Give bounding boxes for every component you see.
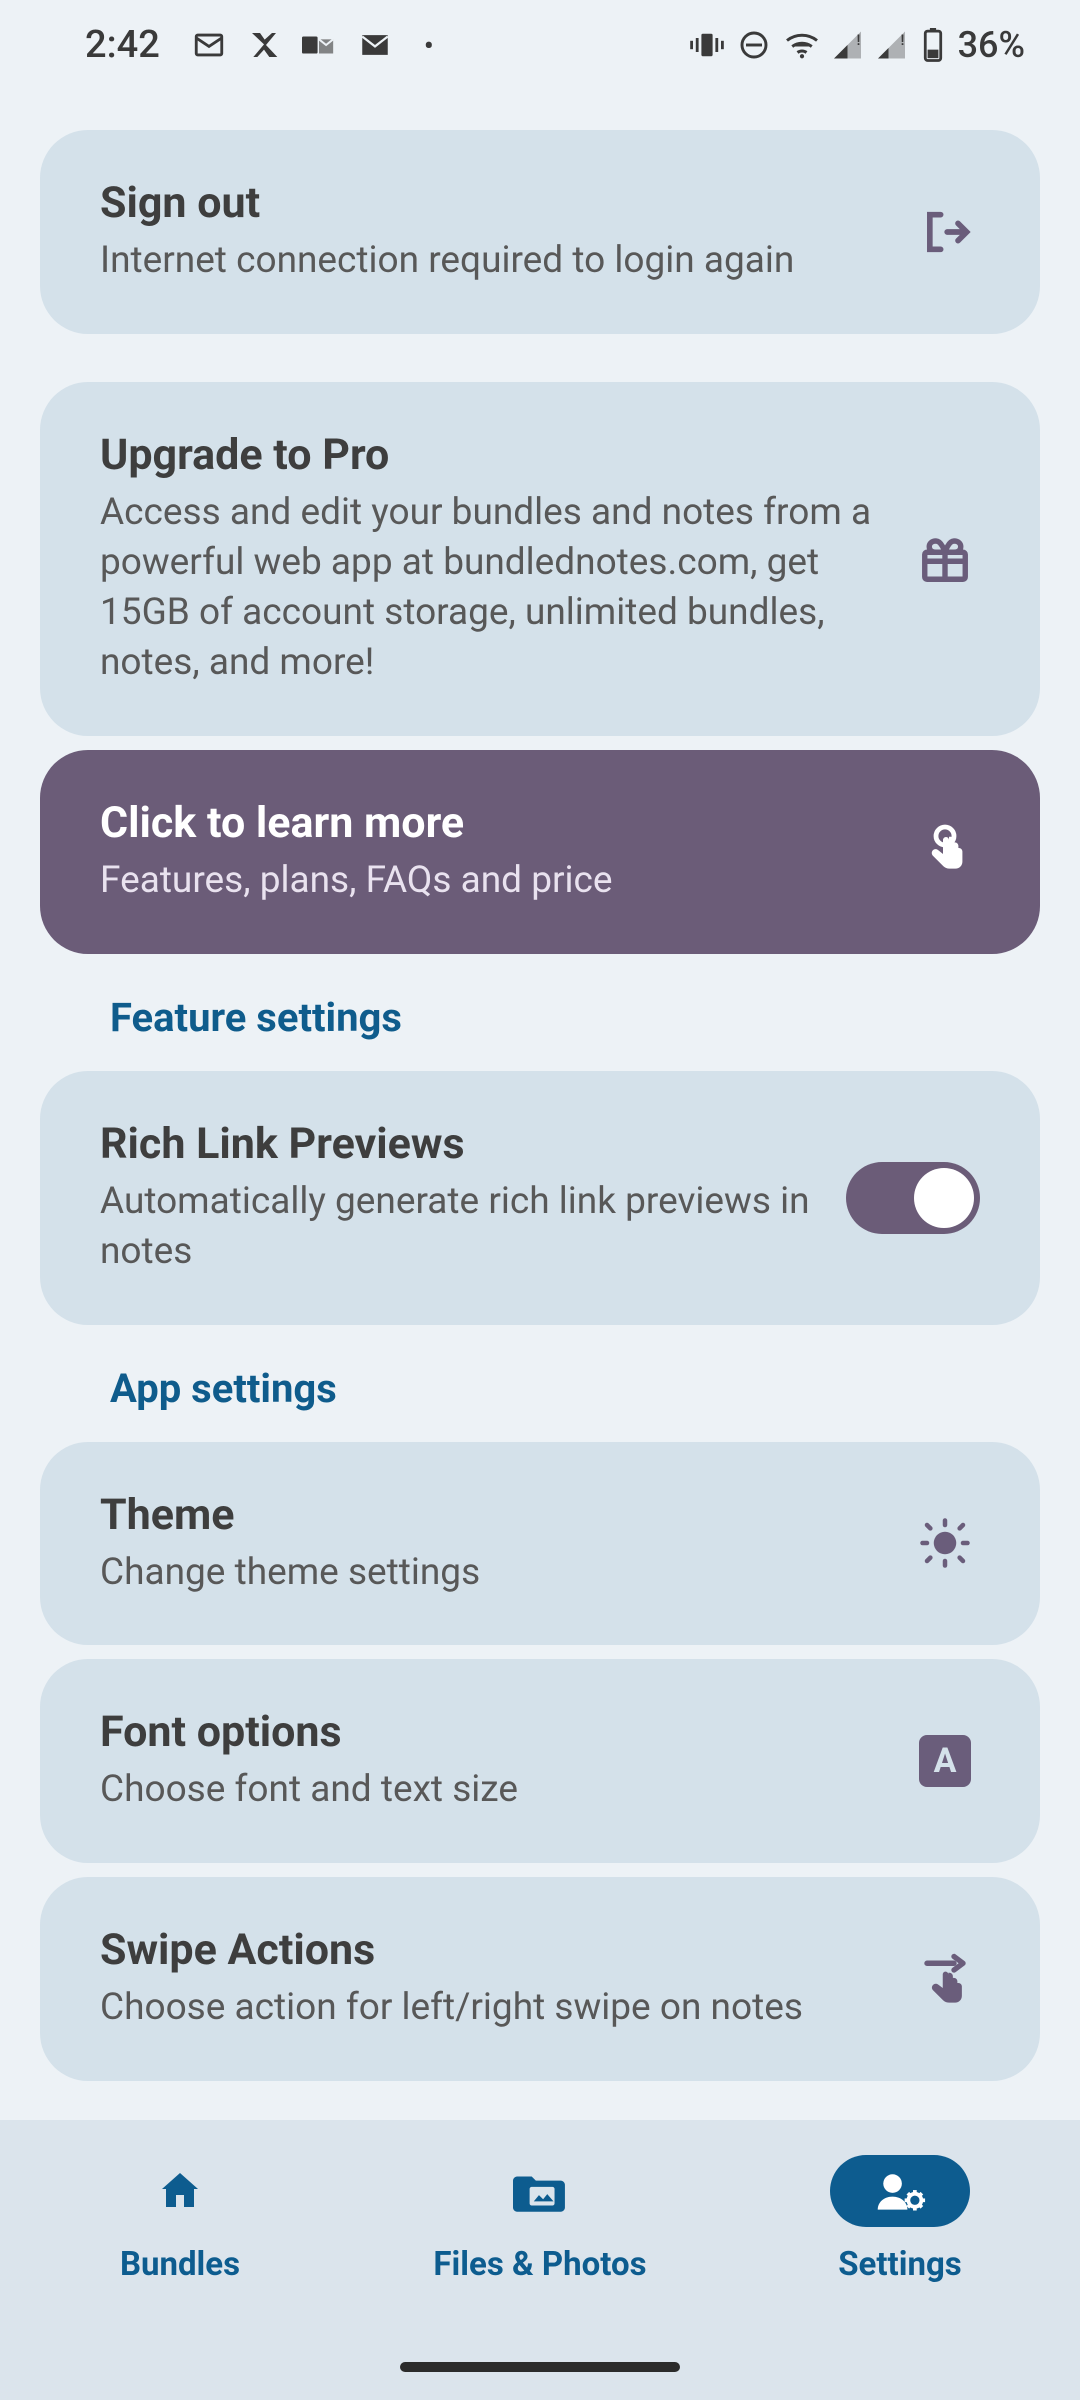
sign-out-row[interactable]: Sign out Internet connection required to… xyxy=(40,130,1040,334)
bottom-nav: Bundles Files & Photos Settings xyxy=(0,2120,1080,2400)
rich-link-previews-row[interactable]: Rich Link Previews Automatically generat… xyxy=(40,1071,1040,1325)
learn-more-body: Click to learn more Features, plans, FAQ… xyxy=(100,798,880,906)
x-icon xyxy=(248,29,280,61)
swipe-title: Swipe Actions xyxy=(100,1925,880,1975)
rich-link-subtitle: Automatically generate rich link preview… xyxy=(100,1177,816,1277)
swipe-body: Swipe Actions Choose action for left/rig… xyxy=(100,1925,880,2033)
mail-outline-icon xyxy=(192,28,226,62)
sun-icon xyxy=(910,1516,980,1570)
font-body: Font options Choose font and text size xyxy=(100,1707,880,1815)
mail-icon xyxy=(358,28,392,62)
upgrade-pro-row[interactable]: Upgrade to Pro Access and edit your bund… xyxy=(40,382,1040,736)
upgrade-pro-body: Upgrade to Pro Access and edit your bund… xyxy=(100,430,880,688)
nav-settings-label: Settings xyxy=(838,2245,962,2284)
theme-row[interactable]: Theme Change theme settings xyxy=(40,1442,1040,1646)
sign-out-body: Sign out Internet connection required to… xyxy=(100,178,880,286)
sign-out-title: Sign out xyxy=(100,178,880,228)
battery-percent: 36% xyxy=(958,24,1025,66)
swipe-subtitle: Choose action for left/right swipe on no… xyxy=(100,1983,880,2033)
toggle-knob xyxy=(914,1168,974,1228)
touch-icon xyxy=(910,824,980,880)
nav-bundles-label: Bundles xyxy=(120,2245,240,2284)
learn-more-subtitle: Features, plans, FAQs and price xyxy=(100,856,880,906)
home-icon xyxy=(110,2155,250,2227)
settings-icon xyxy=(830,2155,970,2227)
theme-subtitle: Change theme settings xyxy=(100,1548,880,1598)
learn-more-title: Click to learn more xyxy=(100,798,880,848)
swipe-actions-row[interactable]: Swipe Actions Choose action for left/rig… xyxy=(40,1877,1040,2081)
nav-files[interactable]: Files & Photos xyxy=(410,2155,670,2284)
dnd-icon xyxy=(738,29,770,61)
battery-icon xyxy=(922,28,944,62)
theme-title: Theme xyxy=(100,1490,880,1540)
status-bar: 2:42 • ! ! 36% xyxy=(0,0,1080,90)
files-icon xyxy=(470,2155,610,2227)
outlook-icon xyxy=(302,30,336,60)
upgrade-pro-subtitle: Access and edit your bundles and notes f… xyxy=(100,488,880,688)
theme-body: Theme Change theme settings xyxy=(100,1490,880,1598)
nav-files-label: Files & Photos xyxy=(433,2245,646,2284)
font-icon: A xyxy=(910,1735,980,1787)
rich-link-body: Rich Link Previews Automatically generat… xyxy=(100,1119,816,1277)
gesture-handle[interactable] xyxy=(400,2362,680,2372)
status-time: 2:42 xyxy=(85,23,160,67)
gift-icon xyxy=(910,532,980,586)
font-title: Font options xyxy=(100,1707,880,1757)
rich-link-title: Rich Link Previews xyxy=(100,1119,816,1169)
app-settings-header: App settings xyxy=(40,1325,1040,1442)
feature-settings-header: Feature settings xyxy=(40,954,1040,1071)
nav-settings[interactable]: Settings xyxy=(770,2155,1030,2284)
font-options-row[interactable]: Font options Choose font and text size A xyxy=(40,1659,1040,1863)
dot-icon: • xyxy=(424,29,434,62)
signal-2-icon: ! xyxy=(878,31,908,59)
svg-text:!: ! xyxy=(900,31,904,49)
signal-1-icon: ! xyxy=(834,31,864,59)
status-right: ! ! 36% xyxy=(690,24,1025,66)
vibrate-icon xyxy=(690,31,724,59)
sign-out-subtitle: Internet connection required to login ag… xyxy=(100,236,880,286)
learn-more-row[interactable]: Click to learn more Features, plans, FAQ… xyxy=(40,750,1040,954)
rich-link-toggle[interactable] xyxy=(846,1162,980,1234)
swipe-icon xyxy=(910,1952,980,2006)
upgrade-pro-title: Upgrade to Pro xyxy=(100,430,880,480)
sign-out-icon xyxy=(910,206,980,258)
svg-text:!: ! xyxy=(856,31,860,49)
nav-bundles[interactable]: Bundles xyxy=(50,2155,310,2284)
settings-content: Sign out Internet connection required to… xyxy=(0,90,1080,2248)
font-subtitle: Choose font and text size xyxy=(100,1765,880,1815)
wifi-icon xyxy=(784,30,820,60)
status-left: 2:42 • xyxy=(85,23,434,67)
